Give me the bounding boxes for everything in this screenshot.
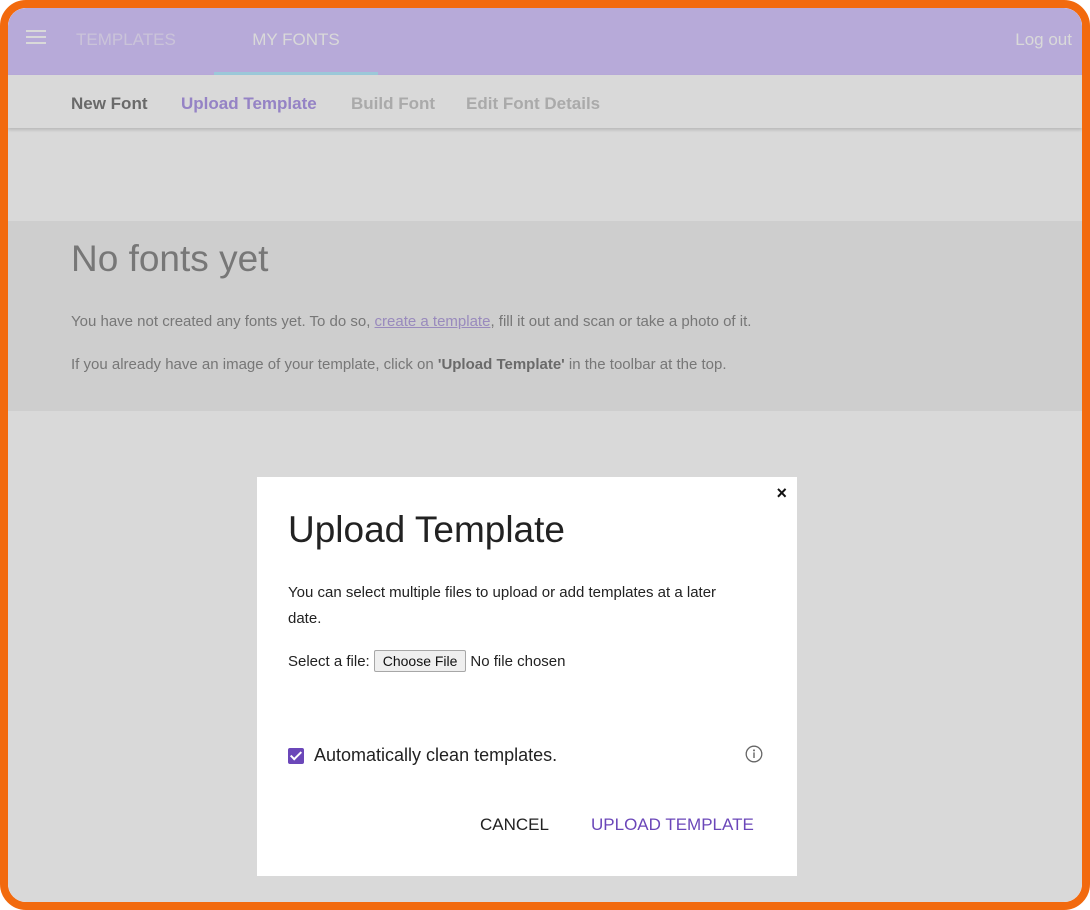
file-status: No file chosen <box>470 652 566 670</box>
window-frame: TEMPLATES MY FONTS Log out New Font Uplo… <box>0 0 1090 910</box>
info-icon[interactable] <box>745 745 763 763</box>
cancel-button[interactable]: CANCEL <box>480 815 549 835</box>
upload-template-dialog: × Upload Template You can select multipl… <box>257 477 797 876</box>
auto-clean-option: Automatically clean templates. <box>288 745 557 766</box>
auto-clean-checkbox[interactable] <box>288 747 304 764</box>
close-icon[interactable]: × <box>776 483 787 504</box>
auto-clean-label[interactable]: Automatically clean templates. <box>314 745 557 766</box>
upload-template-button[interactable]: UPLOAD TEMPLATE <box>591 815 754 835</box>
choose-file-button[interactable]: Choose File <box>373 650 467 672</box>
dialog-title: Upload Template <box>288 509 565 550</box>
file-picker-row: Select a file: Choose File No file chose… <box>288 650 565 672</box>
dialog-description: You can select multiple files to upload … <box>288 584 717 627</box>
file-label: Select a file: <box>288 652 370 670</box>
app: TEMPLATES MY FONTS Log out New Font Uplo… <box>8 8 1082 902</box>
